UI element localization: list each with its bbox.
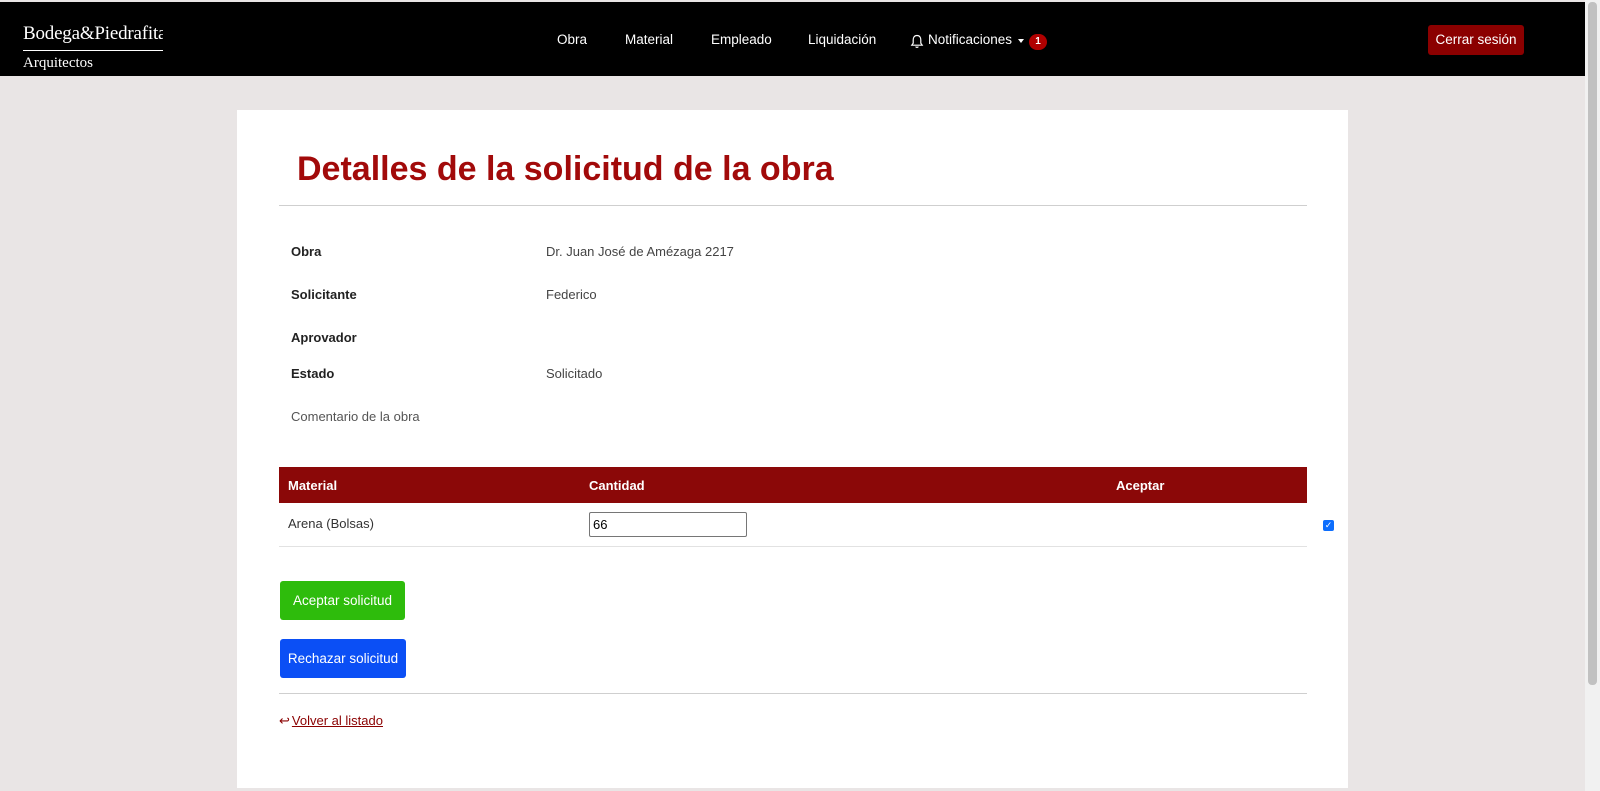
obra-label: Obra xyxy=(291,244,322,259)
brand-name: Bodega&Piedrafita xyxy=(23,23,163,51)
bell-icon[interactable] xyxy=(910,34,924,49)
title-divider xyxy=(279,205,1307,206)
column-header-cantidad: Cantidad xyxy=(589,478,645,493)
material-cell: Arena (Bolsas) xyxy=(288,516,374,531)
comentario-label: Comentario de la obra xyxy=(291,409,420,424)
scrollbar-thumb[interactable] xyxy=(1588,2,1597,685)
caret-down-icon[interactable] xyxy=(1018,39,1024,43)
top-navbar: Bodega&Piedrafita Arquitectos Obra Mater… xyxy=(0,0,1585,76)
back-link-label: Volver al listado xyxy=(291,713,383,728)
accept-request-button[interactable]: Aceptar solicitud xyxy=(280,581,405,620)
solicitante-label: Solicitante xyxy=(291,287,357,302)
page-title: Detalles de la solicitud de la obra xyxy=(297,150,834,188)
estado-label: Estado xyxy=(291,366,335,381)
nav-item-material[interactable]: Material xyxy=(625,32,673,47)
nav-item-obra[interactable]: Obra xyxy=(557,32,587,47)
materials-table-header: Material Cantidad Aceptar xyxy=(279,467,1307,503)
accept-checkbox[interactable]: ✓ xyxy=(1323,520,1334,531)
footer-divider xyxy=(279,693,1307,694)
request-details-card: Detalles de la solicitud de la obra Obra… xyxy=(237,110,1348,788)
notification-count-badge: 1 xyxy=(1029,34,1047,50)
solicitante-value: Federico xyxy=(546,287,597,302)
column-header-aceptar: Aceptar xyxy=(1116,478,1165,493)
back-to-list-link[interactable]: ↩ Volver al listado xyxy=(279,713,383,729)
column-header-material: Material xyxy=(288,478,338,493)
quantity-input[interactable] xyxy=(589,512,747,537)
estado-value: Solicitado xyxy=(546,366,603,381)
brand-subtitle: Arquitectos xyxy=(23,55,93,71)
table-row: Arena (Bolsas) xyxy=(279,503,1307,547)
reject-request-button[interactable]: Rechazar solicitud xyxy=(280,639,406,678)
nav-item-liquidacion[interactable]: Liquidación xyxy=(808,32,876,47)
brand-logo[interactable]: Bodega&Piedrafita Arquitectos xyxy=(23,23,163,76)
nav-item-empleado[interactable]: Empleado xyxy=(711,32,772,47)
aprovador-label: Aprovador xyxy=(291,330,357,345)
obra-value: Dr. Juan José de Amézaga 2217 xyxy=(546,244,734,259)
nav-item-notificaciones[interactable]: Notificaciones xyxy=(928,32,1012,47)
return-arrow-icon: ↩ xyxy=(279,713,290,728)
logout-button[interactable]: Cerrar sesión xyxy=(1428,25,1524,55)
